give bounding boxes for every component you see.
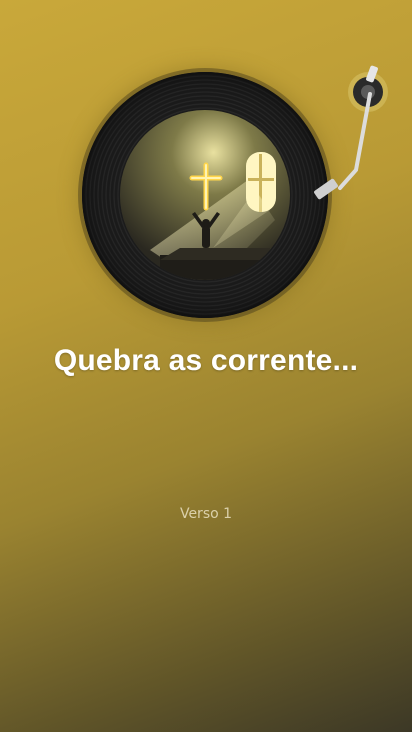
vinyl-record[interactable] (82, 72, 328, 318)
section-label: Verso 1 (179, 506, 233, 522)
tonearm[interactable] (300, 60, 412, 220)
cross-worship-icon (120, 110, 290, 280)
album-artwork (120, 110, 290, 280)
player-screen: Quebra as corrente... Verso 1 (0, 0, 412, 732)
song-title: Quebra as corrente... (53, 344, 359, 377)
